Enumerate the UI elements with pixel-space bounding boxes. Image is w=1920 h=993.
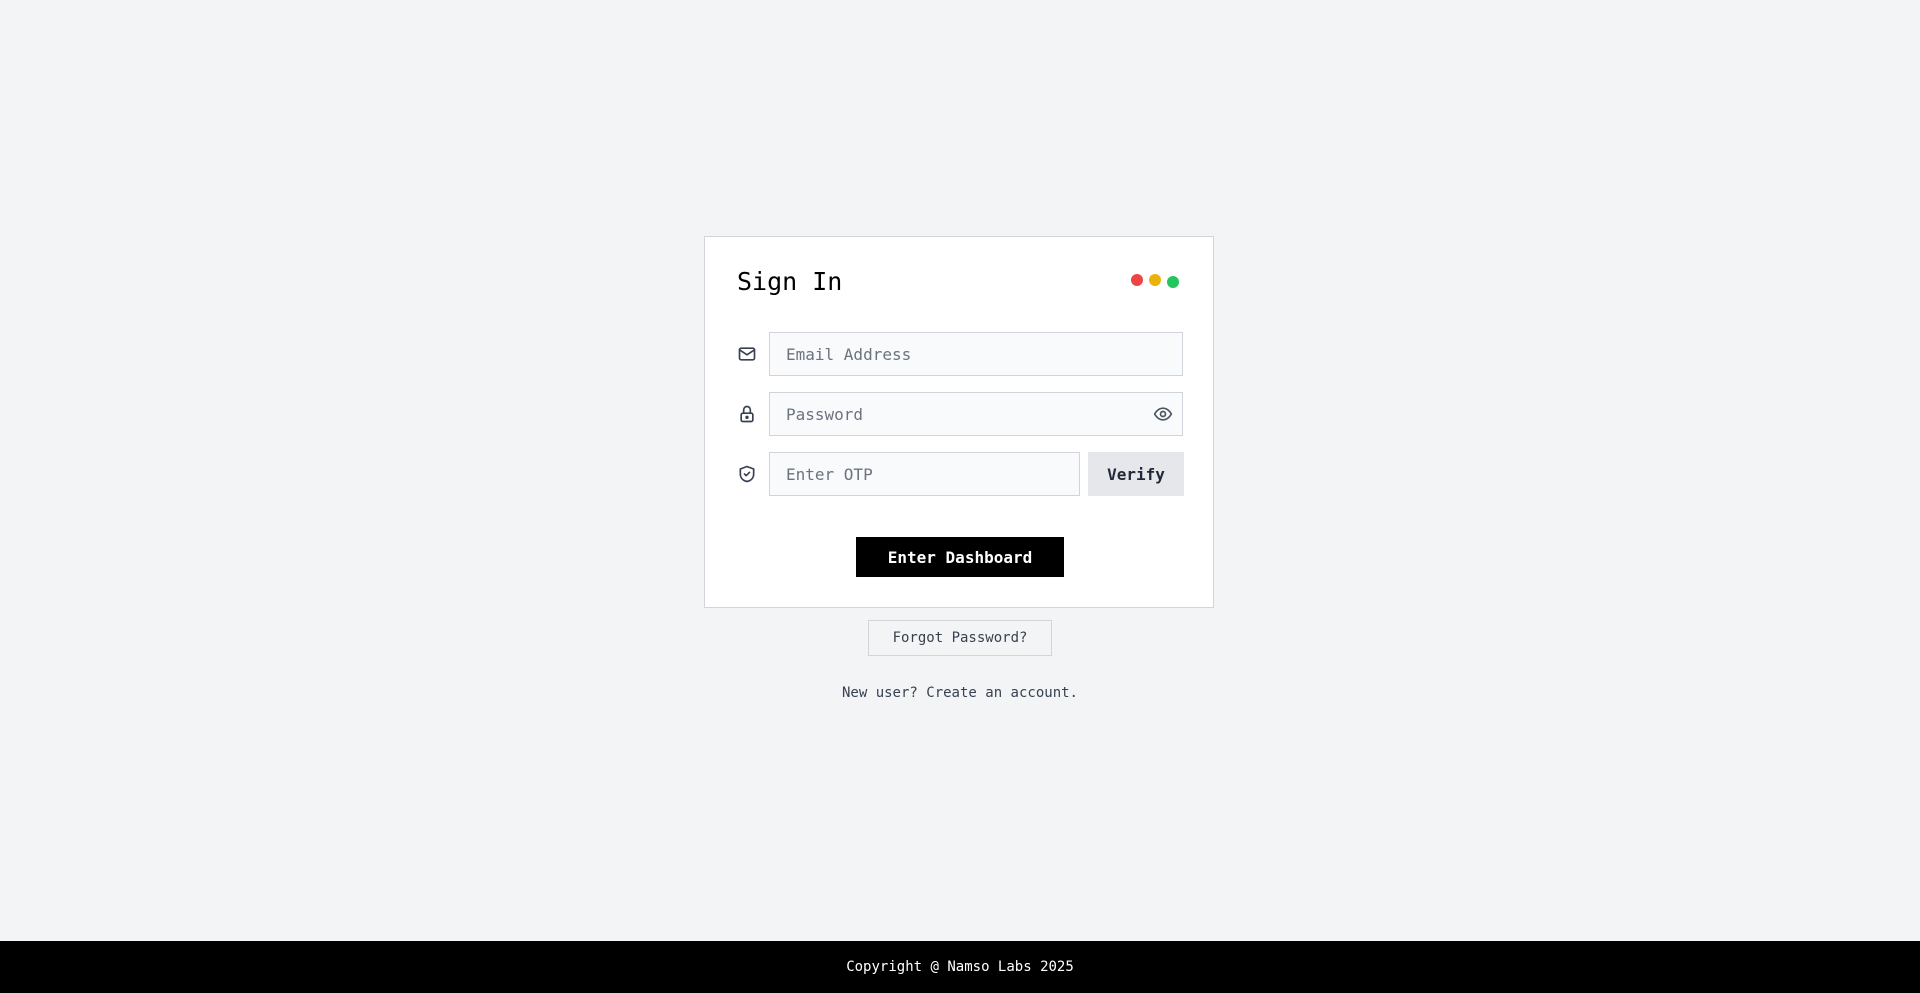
email-field[interactable] [769,332,1183,376]
password-row [737,392,1183,436]
mail-icon [737,344,757,364]
signup-link[interactable]: New user? Create an account. [0,685,1920,701]
lock-icon [737,404,757,424]
yellow-dot-icon [1149,274,1161,286]
forgot-password-button[interactable]: Forgot Password? [868,620,1052,656]
copyright-text: Copyright @ Namso Labs 2025 [846,959,1074,975]
otp-field[interactable] [769,452,1080,496]
shield-check-icon [737,464,757,484]
green-dot-icon [1167,276,1179,288]
signin-title: Sign In [737,267,843,296]
footer: Copyright @ Namso Labs 2025 [0,941,1920,993]
window-dots [1131,274,1181,288]
eye-icon[interactable] [1153,404,1173,424]
enter-dashboard-button[interactable]: Enter Dashboard [856,537,1064,577]
password-field[interactable] [769,392,1183,436]
red-dot-icon [1131,274,1143,286]
email-row [737,332,1183,376]
signin-card: Sign In Email Address Enter OTP Verify E… [704,236,1214,608]
otp-row: Verify [737,452,1184,496]
verify-button[interactable]: Verify [1088,452,1184,496]
